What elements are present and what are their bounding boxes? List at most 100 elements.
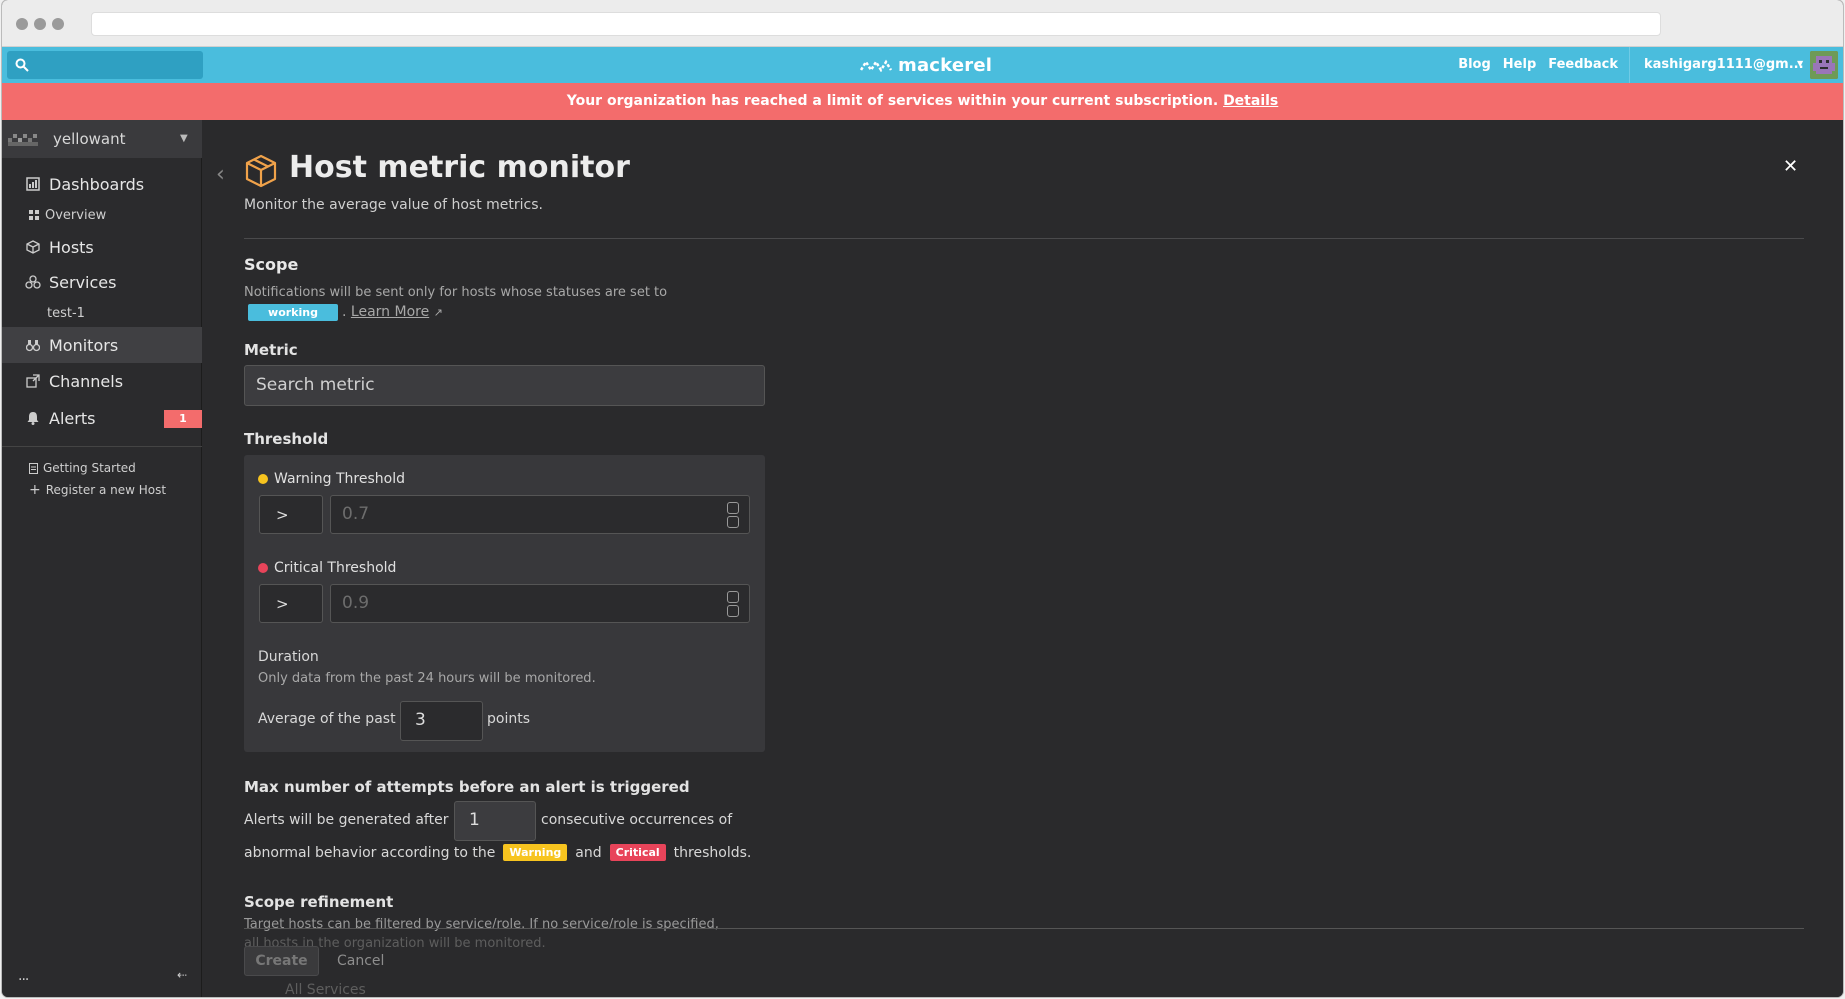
collapse-sidebar-icon[interactable]: ⇠ [177, 968, 187, 982]
logo-text: mackerel [898, 54, 993, 76]
warning-threshold-input[interactable]: 0.7 [330, 495, 750, 534]
sidebar: yellowant ▼ Dashboards Overview Hosts Se… [2, 120, 202, 997]
threshold-panel: Warning Threshold > 0.7 Critical Thresho… [244, 455, 765, 752]
number-stepper-icon[interactable] [727, 502, 739, 528]
avatar[interactable] [1810, 51, 1838, 79]
services-icon [25, 275, 41, 289]
average-prefix: Average of the past [258, 711, 396, 727]
top-links: Blog Help Feedback [1458, 57, 1618, 72]
sidebar-item-label: Dashboards [49, 174, 145, 194]
grid-icon [29, 210, 39, 220]
sidebar-item-label: test-1 [47, 305, 85, 321]
number-stepper-icon[interactable] [727, 591, 739, 617]
address-bar[interactable] [91, 12, 1661, 36]
metric-heading: Metric [244, 341, 298, 359]
cancel-button[interactable]: Cancel [337, 946, 384, 976]
help-link[interactable]: Help [1503, 57, 1536, 72]
back-chevron-icon[interactable]: ‹ [216, 162, 225, 187]
subscription-limit-banner: Your organization has reached a limit of… [2, 83, 1843, 120]
header-divider [244, 238, 1804, 239]
account-menu[interactable]: kashigarg1111@gm... [1644, 57, 1804, 72]
and-text: and [575, 844, 602, 861]
duration-label: Duration [258, 649, 319, 665]
dashboard-icon [25, 177, 41, 191]
blog-link[interactable]: Blog [1458, 57, 1491, 72]
refinement-line1: Target hosts can be filtered by service/… [244, 917, 719, 932]
org-switcher[interactable]: yellowant ▼ [2, 120, 202, 158]
cube-icon [244, 154, 278, 192]
external-link-icon: ↗ [433, 306, 443, 319]
plus-icon: + [29, 482, 41, 498]
account-caret-icon[interactable]: ▼ [1797, 59, 1803, 68]
warning-operator-select[interactable]: > [259, 495, 323, 534]
warning-threshold-text: Warning Threshold [274, 471, 406, 487]
browser-window: mackerel Blog Help Feedback kashigarg111… [2, 0, 1843, 997]
sidebar-item-label: Services [49, 272, 117, 292]
average-suffix: points [487, 711, 530, 727]
warning-badge: Warning [503, 844, 568, 861]
critical-operator-select[interactable]: > [259, 584, 323, 623]
browser-chrome [2, 0, 1843, 47]
bell-icon [25, 411, 41, 425]
critical-threshold-input[interactable]: 0.9 [330, 584, 750, 623]
critical-dot-icon [258, 563, 268, 573]
alerts-count-badge: 1 [164, 410, 202, 428]
scope-refinement-heading: Scope refinement [244, 893, 394, 911]
duration-description: Only data from the past 24 hours will be… [258, 671, 596, 686]
window-close-dot[interactable] [16, 18, 28, 30]
average-points-input[interactable]: 3 [400, 701, 483, 741]
sidebar-item-test-1[interactable]: test-1 [2, 303, 202, 323]
all-services-select[interactable]: All Services [285, 982, 366, 997]
mackerel-logo[interactable]: mackerel [860, 53, 992, 77]
critical-threshold-placeholder: 0.9 [342, 593, 370, 613]
sidebar-item-overview[interactable]: Overview [2, 205, 202, 225]
max-attempts-input[interactable]: 1 [454, 801, 536, 841]
critical-badge: Critical [609, 844, 666, 861]
feedback-link[interactable]: Feedback [1548, 57, 1618, 72]
sidebar-item-monitors[interactable]: Monitors [2, 327, 202, 363]
attempts-line1-prefix: Alerts will be generated after [244, 812, 449, 828]
global-search-input[interactable] [7, 51, 203, 79]
getting-started-label: Getting Started [43, 461, 136, 475]
window-minimize-dot[interactable] [34, 18, 46, 30]
metric-search-input[interactable]: Search metric [244, 365, 765, 406]
learn-more-link[interactable]: Learn More [351, 304, 429, 320]
org-name: yellowant [53, 130, 126, 148]
footer-divider [244, 928, 1804, 929]
warning-threshold-label: Warning Threshold [258, 471, 405, 487]
binoculars-icon [25, 338, 41, 352]
register-host-link[interactable]: + Register a new Host [29, 482, 166, 498]
scope-heading: Scope [244, 255, 299, 274]
chevron-down-icon: ▼ [180, 133, 188, 144]
sidebar-divider [2, 446, 202, 447]
more-menu-icon[interactable]: ... [18, 968, 29, 984]
search-icon [15, 58, 29, 72]
status-badge: working [248, 304, 338, 321]
sidebar-item-label: Hosts [49, 237, 94, 257]
sidebar-item-channels[interactable]: Channels [2, 363, 202, 399]
sidebar-item-alerts[interactable]: Alerts 1 [2, 400, 202, 436]
attempts-line2: abnormal behavior according to the Warni… [244, 844, 751, 861]
page-title: Host metric monitor [289, 150, 630, 185]
create-button[interactable]: Create [244, 946, 319, 976]
sidebar-item-label: Alerts [49, 408, 96, 428]
critical-threshold-text: Critical Threshold [274, 560, 397, 576]
document-icon [29, 462, 38, 474]
sidebar-item-hosts[interactable]: Hosts [2, 229, 202, 265]
main-content: ‹ Host metric monitor ✕ Monitor the aver… [203, 120, 1843, 997]
topbar-divider [1629, 47, 1630, 83]
cube-icon [25, 240, 41, 254]
attempts-line1-suffix: consecutive occurrences of [541, 812, 733, 828]
banner-details-link[interactable]: Details [1223, 93, 1278, 109]
warning-dot-icon [258, 474, 268, 484]
getting-started-link[interactable]: Getting Started [29, 461, 136, 475]
warning-threshold-placeholder: 0.7 [342, 504, 370, 524]
max-attempts-heading: Max number of attempts before an alert i… [244, 778, 690, 796]
sidebar-item-services[interactable]: Services [2, 264, 202, 300]
top-navbar: mackerel Blog Help Feedback kashigarg111… [2, 47, 1843, 83]
threshold-heading: Threshold [244, 430, 329, 448]
sidebar-item-label: Overview [45, 207, 107, 223]
close-icon[interactable]: ✕ [1783, 156, 1798, 177]
window-maximize-dot[interactable] [52, 18, 64, 30]
sidebar-item-dashboards[interactable]: Dashboards [2, 166, 202, 202]
